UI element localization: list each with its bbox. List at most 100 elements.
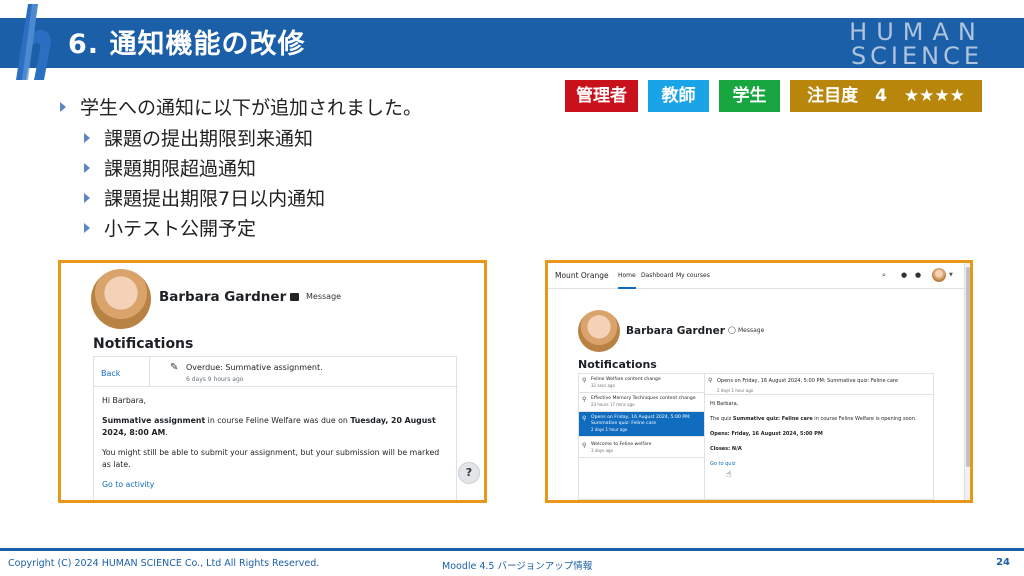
quiz-name: Summative quiz: Feline care [732, 416, 813, 422]
greeting: Hi Barbara, [710, 401, 739, 407]
notification-time: 6 days 9 hours ago [186, 376, 244, 383]
message-icon[interactable] [290, 293, 299, 301]
attention-badge: 注目度 4 ★★★★ [790, 80, 982, 112]
divider [149, 357, 150, 386]
closes-text: Closes: N/A [710, 446, 742, 452]
teacher-badge: 教師 [648, 80, 709, 112]
list-item[interactable]: ⚲ Welcome to Feline welfare 3 days ago [579, 439, 705, 458]
bullet-sub-text: 課題期限超過通知 [104, 158, 257, 180]
quiz-post: in course Feline Welfare is opening soon… [812, 416, 917, 422]
chat-icon[interactable]: ● [915, 271, 921, 279]
site-name[interactable]: Mount Orange [555, 271, 609, 280]
brand-wordmark: HUMAN SCIENCE [832, 20, 1002, 68]
bullet-sub-text: 小テスト公開予定 [104, 218, 257, 240]
admin-badge: 管理者 [565, 80, 638, 112]
tab-dashboard[interactable]: Dashboard [641, 272, 674, 279]
bullet-sub: 課題の提出期限到来通知 [84, 124, 313, 151]
go-to-activity-link[interactable]: Go to activity [102, 479, 447, 491]
list-item-time: 2 days 1 hour ago [591, 427, 628, 432]
pin-icon: ⚲ [582, 377, 587, 384]
notification-body: Hi Barbara, Summative assignment in cour… [102, 395, 447, 499]
notification-subject: Opens on Friday, 16 August 2024, 5:00 PM… [717, 378, 898, 384]
list-item-time: 23 hours 17 mins ago [591, 402, 635, 407]
assignment-name: Summative assignment [102, 416, 206, 425]
notifications-heading: Notifications [578, 358, 657, 371]
avatar [578, 310, 620, 352]
pencil-icon: ✎ [170, 362, 179, 373]
back-link[interactable]: Back [101, 369, 120, 378]
divider [705, 394, 933, 395]
search-icon[interactable]: ⌕ [882, 271, 886, 280]
bullet-sub-text: 課題提出期限7日以内通知 [104, 188, 326, 210]
bullet-triangle-icon [84, 222, 90, 233]
list-item[interactable]: ⚲ Feline Welfare content change 32 secs … [579, 374, 705, 393]
bell-icon[interactable]: ● [901, 271, 907, 279]
notifications-heading: Notifications [93, 336, 194, 352]
hand-cursor-icon: ☝ [726, 470, 732, 480]
brand-line-2: SCIENCE [850, 42, 984, 70]
top-navbar: Mount Orange Home Dashboard My courses ⌕… [548, 263, 970, 289]
pin-icon: ⚲ [582, 415, 587, 422]
notification-panel: Back ✎ Overdue: Summative assignment. 6 … [93, 356, 458, 500]
footer-title: Moodle 4.5 バージョンアップ情報 [442, 561, 593, 572]
copyright: Copyright (C) 2024 HUMAN SCIENCE Co., Lt… [8, 558, 320, 569]
message-link[interactable]: Message [306, 292, 341, 301]
bullet-triangle-icon [60, 101, 66, 112]
due-text: Summative assignment in course Feline We… [102, 415, 447, 439]
greeting: Hi Barbara, [102, 396, 147, 405]
scrollbar-thumb[interactable] [966, 267, 970, 467]
bullet-triangle-icon [84, 132, 90, 143]
bullet-sub: 課題期限超過通知 [84, 154, 256, 181]
notification-list: ⚲ Feline Welfare content change 32 secs … [578, 373, 705, 500]
message-link[interactable]: Message [738, 327, 764, 334]
pin-icon: ⚲ [582, 396, 587, 403]
course-text: in course Feline Welfare was due on [205, 416, 351, 425]
bullet-sub: 小テスト公開予定 [84, 214, 256, 241]
role-badges: 管理者 教師 学生 注目度 4 ★★★★ [565, 80, 982, 112]
message-icon[interactable]: ◯ [728, 326, 736, 334]
bullet-triangle-icon [84, 162, 90, 173]
avatar [91, 269, 151, 329]
quiz-text: The quiz Summative quiz: Feline care in … [710, 416, 932, 423]
list-item-time: 32 secs ago [591, 383, 615, 388]
closes-line: Closes: N/A [710, 446, 932, 453]
period: . [165, 428, 168, 437]
bullet-sub-text: 課題の提出期限到来通知 [104, 128, 314, 150]
user-menu-avatar[interactable] [932, 268, 946, 282]
opens-text: Opens: Friday, 16 August 2024, 5:00 PM [710, 431, 823, 437]
student-badge: 学生 [719, 80, 780, 112]
scrollbar[interactable] [964, 263, 970, 500]
chevron-down-icon[interactable]: ▼ [949, 272, 953, 278]
footer-divider [0, 548, 1024, 551]
divider [94, 386, 458, 387]
list-item-time: 3 days ago [591, 448, 613, 453]
tab-my-courses[interactable]: My courses [676, 272, 710, 279]
notification-time: 2 days 1 hour ago [717, 388, 754, 393]
help-button[interactable]: ? [458, 462, 480, 484]
notification-subject: Overdue: Summative assignment. [186, 363, 323, 372]
profile-name: Barbara Gardner [159, 289, 287, 305]
bullet-triangle-icon [84, 192, 90, 203]
list-item[interactable]: ⚲ Effective Memory Techniques content ch… [579, 393, 705, 412]
list-item-title: Opens on Friday, 16 August 2024, 5:00 PM… [591, 415, 691, 426]
bullet-sub: 課題提出期限7日以内通知 [84, 184, 325, 211]
quiz-pre: The quiz [710, 416, 733, 422]
go-to-quiz-link[interactable]: Go to quiz [710, 461, 932, 468]
profile-name: Barbara Gardner [626, 325, 725, 337]
screenshot-quiz-notification: Mount Orange Home Dashboard My courses ⌕… [545, 260, 973, 503]
brand-line-1: HUMAN [849, 18, 985, 46]
bullet-main: 学生への通知に以下が追加されました。 [60, 93, 422, 120]
screenshot-overdue-notification: Barbara Gardner Message Notifications Ba… [58, 260, 487, 503]
pin-icon: ⚲ [708, 377, 713, 384]
pin-icon: ⚲ [582, 442, 587, 449]
bullet-main-text: 学生への通知に以下が追加されました。 [80, 97, 423, 119]
late-note: You might still be able to submit your a… [102, 448, 440, 469]
tab-home[interactable]: Home [618, 272, 636, 289]
notification-detail: ⚲ Opens on Friday, 16 August 2024, 5:00 … [704, 373, 934, 500]
company-logo [16, 4, 51, 80]
notification-body: Hi Barbara, The quiz Summative quiz: Fel… [710, 401, 932, 476]
opens-line: Opens: Friday, 16 August 2024, 5:00 PM [710, 431, 932, 438]
page-number: 24 [996, 557, 1010, 568]
list-item-selected[interactable]: ⚲ Opens on Friday, 16 August 2024, 5:00 … [579, 412, 705, 437]
slide-title: 6. 通知機能の改修 [68, 29, 306, 60]
